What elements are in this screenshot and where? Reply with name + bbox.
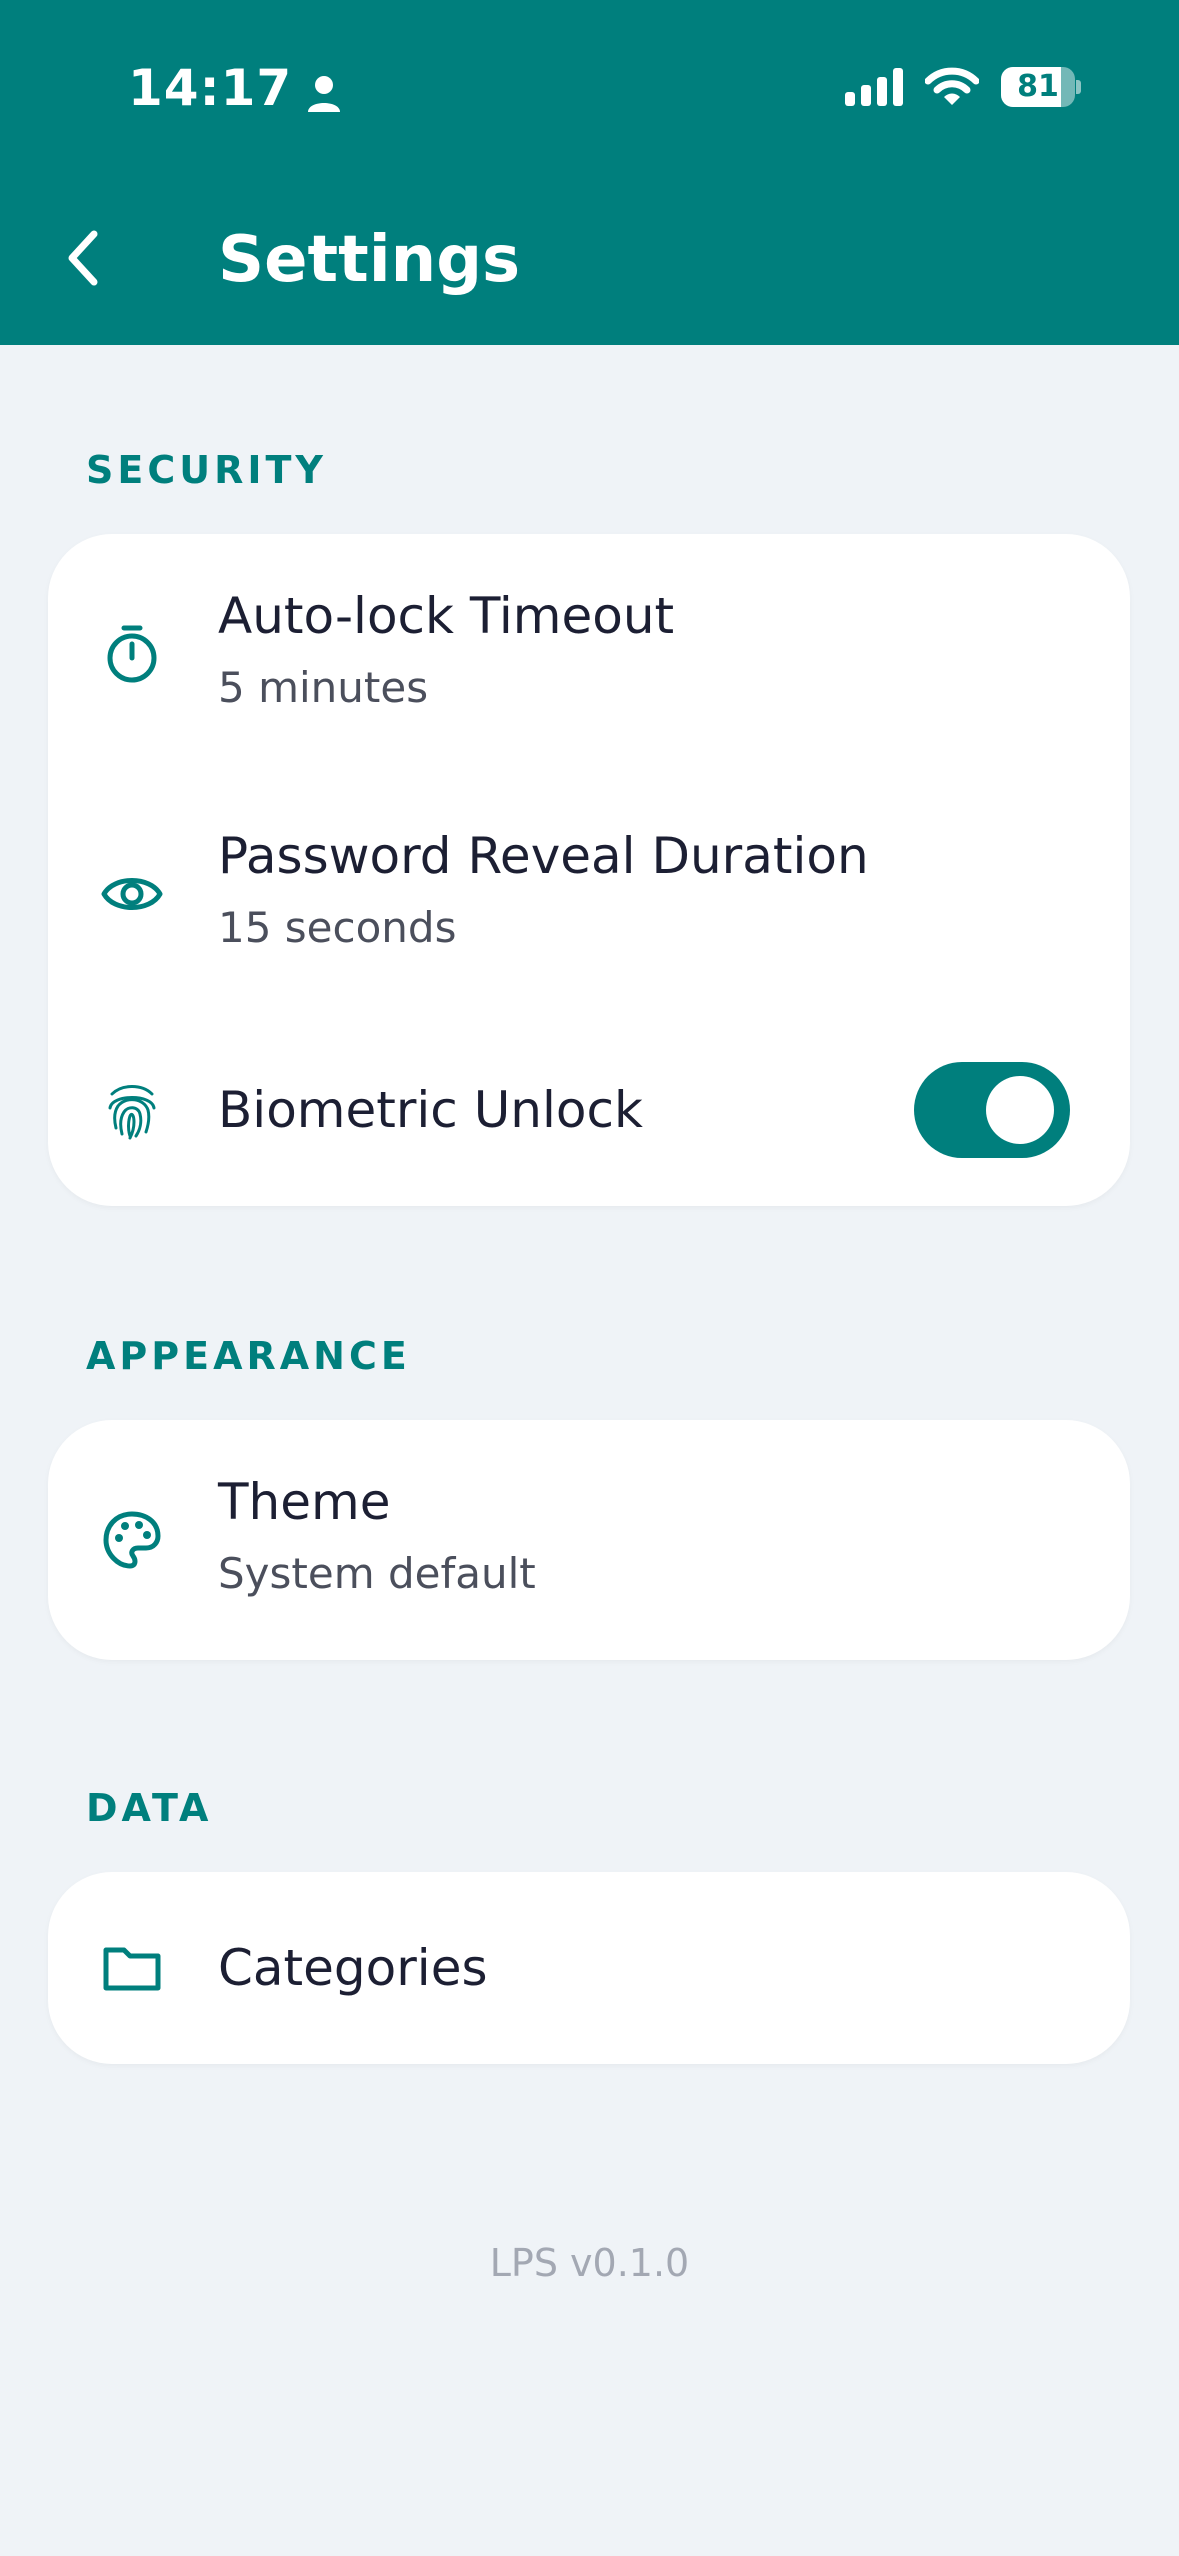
section-header-security: SECURITY (86, 448, 327, 492)
setting-title: Theme (218, 1473, 391, 1531)
fingerprint-icon (100, 1078, 164, 1142)
appearance-card: Theme System default (48, 1420, 1130, 1660)
app-bar: 14:17 81 Settings (0, 0, 1179, 345)
setting-auto-lock-timeout[interactable]: Auto-lock Timeout 5 minutes (48, 534, 1130, 774)
cellular-signal-icon (845, 68, 905, 106)
security-card: Auto-lock Timeout 5 minutes Password Rev… (48, 534, 1130, 1206)
wifi-icon (924, 67, 980, 107)
app-version: LPS v0.1.0 (489, 2241, 690, 2285)
setting-title: Password Reveal Duration (218, 827, 869, 885)
eye-icon (100, 862, 164, 926)
toggle-knob (986, 1076, 1054, 1144)
person-icon (306, 68, 342, 112)
palette-icon (100, 1508, 164, 1572)
setting-value: 15 seconds (218, 903, 457, 952)
setting-title: Biometric Unlock (218, 1081, 643, 1139)
back-button[interactable] (44, 212, 124, 308)
setting-theme[interactable]: Theme System default (48, 1420, 1130, 1660)
battery-indicator: 81 (1001, 67, 1081, 107)
battery-nub (1076, 80, 1081, 94)
setting-password-reveal-duration[interactable]: Password Reveal Duration 15 seconds (48, 774, 1130, 1014)
status-bar-time: 14:17 (128, 58, 342, 118)
section-header-appearance: APPEARANCE (86, 1334, 411, 1378)
setting-value: System default (218, 1549, 536, 1598)
setting-title: Categories (218, 1939, 488, 1997)
status-bar-indicators: 81 (845, 64, 1081, 110)
setting-biometric-unlock[interactable]: Biometric Unlock (48, 1014, 1130, 1206)
status-time-text: 14:17 (128, 59, 293, 117)
setting-value: 5 minutes (218, 663, 429, 712)
biometric-toggle[interactable] (914, 1062, 1070, 1158)
battery-percentage: 81 (1017, 69, 1059, 104)
folder-icon (100, 1936, 164, 2000)
setting-title: Auto-lock Timeout (218, 587, 675, 645)
setting-categories[interactable]: Categories (48, 1872, 1130, 2064)
timer-icon (100, 622, 164, 686)
data-card: Categories (48, 1872, 1130, 2064)
page-title: Settings (218, 223, 521, 297)
battery-body: 81 (1001, 67, 1075, 107)
chevron-left-icon (64, 228, 104, 292)
section-header-data: DATA (86, 1786, 213, 1830)
